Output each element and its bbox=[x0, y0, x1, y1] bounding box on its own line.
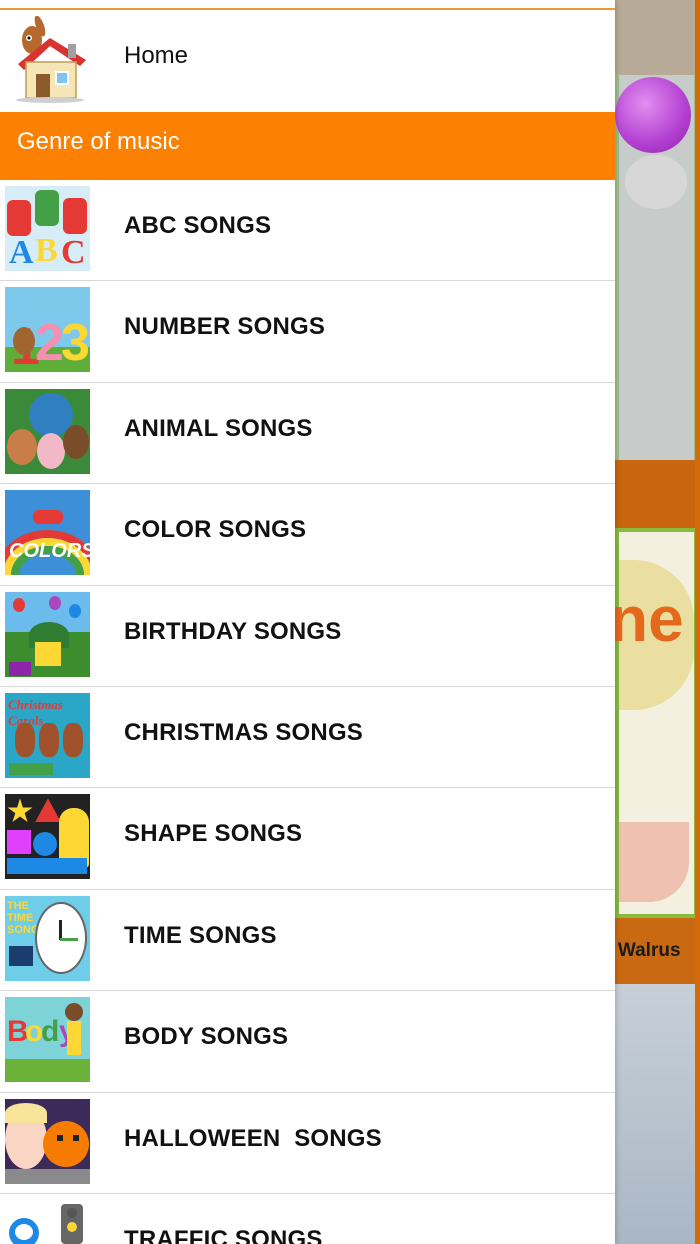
genre-list: A B C ABC SONGS 1 2 3 NUMBER SONGS bbox=[0, 180, 615, 1244]
time-songs-thumbnail: THE TIME SONG bbox=[5, 895, 90, 981]
card-shape-pink bbox=[619, 822, 689, 902]
animal-songs-thumbnail bbox=[5, 388, 90, 474]
background-header bbox=[615, 0, 700, 75]
birthday-songs-thumbnail bbox=[5, 591, 90, 677]
drawer-item-home[interactable]: Home bbox=[0, 10, 615, 112]
list-item-label: BODY SONGS bbox=[124, 1023, 289, 1051]
body-songs-thumbnail: B o d y bbox=[5, 997, 90, 1083]
shape-songs-thumbnail bbox=[5, 794, 90, 880]
list-item-color-songs[interactable]: COLORS COLOR SONGS bbox=[0, 484, 615, 586]
christmas-songs-thumbnail: Christmas Carols bbox=[5, 692, 90, 778]
section-header-genre: Genre of music bbox=[0, 112, 615, 180]
list-item-label: BIRTHDAY SONGS bbox=[124, 617, 342, 645]
background-partial-title: ne bbox=[615, 583, 684, 655]
list-item-body-songs[interactable]: B o d y BODY SONGS bbox=[0, 991, 615, 1093]
background-edge bbox=[695, 0, 700, 1244]
background-video-card-1[interactable] bbox=[615, 75, 700, 460]
list-item-label: ANIMAL SONGS bbox=[124, 414, 313, 442]
list-item-birthday-songs[interactable]: BIRTHDAY SONGS bbox=[0, 586, 615, 687]
color-songs-thumbnail: COLORS bbox=[5, 490, 90, 576]
list-item-shape-songs[interactable]: SHAPE SONGS bbox=[0, 788, 615, 890]
list-item-animal-songs[interactable]: ANIMAL SONGS bbox=[0, 383, 615, 485]
navigation-drawer: Home Genre of music A B C ABC SONGS 1 2 … bbox=[0, 0, 615, 1244]
list-item-label: NUMBER SONGS bbox=[124, 313, 326, 341]
list-item-traffic-songs[interactable]: TRAFFIC SONGS bbox=[0, 1194, 615, 1244]
balloon-shadow-image bbox=[625, 155, 687, 209]
halloween-songs-thumbnail bbox=[5, 1098, 90, 1184]
list-item-label: ABC SONGS bbox=[124, 212, 272, 239]
list-item-label: TRAFFIC SONGS bbox=[124, 1225, 323, 1244]
list-item-halloween-songs[interactable]: HALLOWEEN SONGS bbox=[0, 1093, 615, 1194]
list-item-time-songs[interactable]: THE TIME SONG TIME SONGS bbox=[0, 890, 615, 992]
list-item-christmas-songs[interactable]: Christmas Carols CHRISTMAS SONGS bbox=[0, 687, 615, 789]
balloon-image bbox=[615, 77, 691, 153]
home-icon bbox=[16, 16, 86, 103]
traffic-songs-thumbnail bbox=[5, 1199, 90, 1244]
section-title: Genre of music bbox=[17, 128, 180, 155]
number-songs-thumbnail: 1 2 3 bbox=[5, 287, 90, 373]
home-label: Home bbox=[124, 42, 189, 69]
list-item-label: COLOR SONGS bbox=[124, 516, 307, 544]
list-item-label: HALLOWEEN SONGS bbox=[124, 1124, 382, 1152]
background-video-card-3[interactable] bbox=[615, 984, 700, 1244]
list-item-label: SHAPE SONGS bbox=[124, 820, 303, 848]
abc-songs-thumbnail: A B C bbox=[5, 186, 90, 271]
background-video-caption: g Walrus bbox=[615, 940, 681, 961]
list-item-abc-songs[interactable]: A B C ABC SONGS bbox=[0, 180, 615, 282]
background-section-bar bbox=[615, 460, 700, 528]
list-item-number-songs[interactable]: 1 2 3 NUMBER SONGS bbox=[0, 281, 615, 383]
background-content: ne g Walrus bbox=[615, 0, 700, 1244]
list-item-label: TIME SONGS bbox=[124, 921, 277, 949]
list-item-label: CHRISTMAS SONGS bbox=[124, 718, 364, 746]
